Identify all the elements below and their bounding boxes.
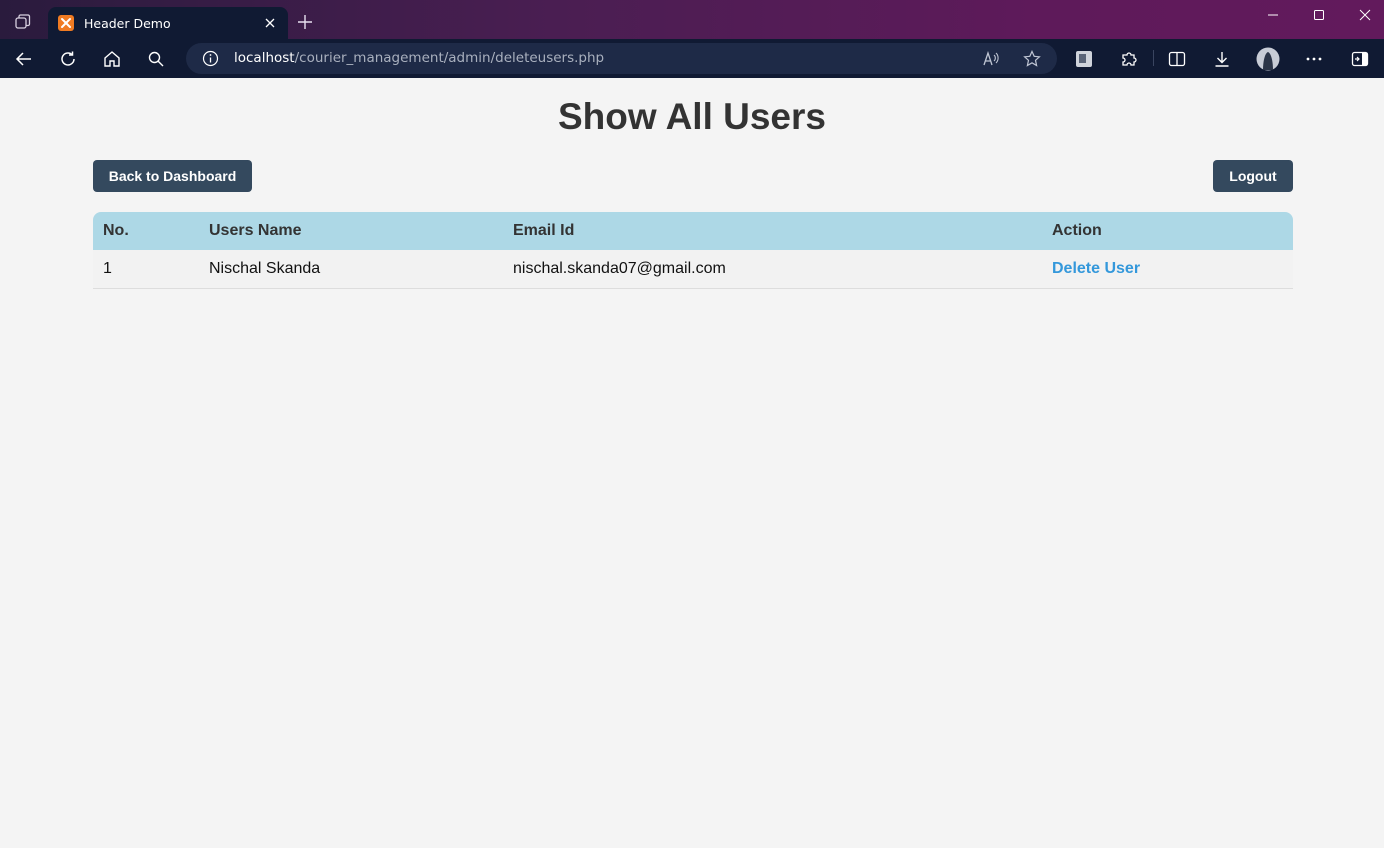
minimize-button[interactable] bbox=[1250, 0, 1296, 30]
read-aloud-button[interactable] bbox=[981, 48, 1003, 70]
refresh-icon bbox=[61, 51, 75, 66]
table-row: 1 Nischal Skanda nischal.skanda07@gmail.… bbox=[93, 250, 1293, 289]
extensions-button[interactable] bbox=[1113, 43, 1145, 75]
read-aloud-icon bbox=[983, 51, 999, 66]
tab-title: Header Demo bbox=[84, 15, 171, 31]
maximize-button[interactable] bbox=[1296, 0, 1342, 30]
download-icon bbox=[1215, 52, 1229, 67]
close-icon bbox=[265, 18, 275, 28]
tab-close-button[interactable] bbox=[262, 15, 278, 31]
column-header-users-name: Users Name bbox=[199, 212, 503, 250]
column-header-action: Action bbox=[1042, 212, 1293, 250]
home-button[interactable] bbox=[96, 43, 128, 75]
extension-app-icon bbox=[1076, 51, 1092, 67]
plus-icon bbox=[298, 15, 312, 29]
split-screen-icon bbox=[1168, 51, 1186, 67]
browser-tab-active[interactable]: Header Demo bbox=[48, 7, 288, 39]
cell-action: Delete User bbox=[1042, 250, 1293, 289]
users-table: No. Users Name Email Id Action 1 Nischal… bbox=[93, 212, 1293, 289]
avatar-icon bbox=[1256, 47, 1280, 71]
search-button[interactable] bbox=[140, 43, 172, 75]
sidebar-toggle-button[interactable] bbox=[1344, 43, 1376, 75]
home-icon bbox=[104, 51, 120, 67]
new-tab-button[interactable] bbox=[294, 11, 316, 33]
more-horizontal-icon bbox=[1306, 57, 1322, 61]
back-to-dashboard-button[interactable]: Back to Dashboard bbox=[93, 160, 252, 192]
address-bar[interactable]: localhost/courier_management/admin/delet… bbox=[186, 43, 1057, 74]
minimize-icon bbox=[1268, 14, 1278, 16]
star-icon bbox=[1023, 50, 1041, 67]
delete-user-link[interactable]: Delete User bbox=[1052, 260, 1140, 277]
url-text[interactable]: localhost/courier_management/admin/delet… bbox=[234, 50, 604, 66]
more-options-button[interactable] bbox=[1298, 43, 1330, 75]
extension-button[interactable] bbox=[1068, 43, 1100, 75]
downloads-button[interactable] bbox=[1206, 43, 1238, 75]
back-button[interactable] bbox=[8, 43, 40, 75]
split-screen-button[interactable] bbox=[1161, 43, 1193, 75]
window-close-button[interactable] bbox=[1342, 0, 1384, 30]
logout-button[interactable]: Logout bbox=[1213, 160, 1293, 192]
cell-no: 1 bbox=[93, 250, 199, 289]
workspaces-icon bbox=[15, 14, 31, 29]
tab-actions-button[interactable] bbox=[10, 9, 36, 35]
xampp-favicon-icon bbox=[58, 15, 74, 31]
browser-title-bar: Header Demo bbox=[0, 0, 1384, 39]
table-header-row: No. Users Name Email Id Action bbox=[93, 212, 1293, 250]
column-header-email-id: Email Id bbox=[503, 212, 1042, 250]
info-icon[interactable] bbox=[202, 50, 219, 67]
favorite-button[interactable] bbox=[1021, 48, 1043, 70]
column-header-no: No. bbox=[93, 212, 199, 250]
cell-email: nischal.skanda07@gmail.com bbox=[503, 250, 1042, 289]
profile-button[interactable] bbox=[1252, 43, 1284, 75]
toolbar-divider bbox=[1153, 50, 1154, 66]
page-title: Show All Users bbox=[558, 96, 826, 137]
arrow-left-icon bbox=[15, 52, 31, 66]
url-host: localhost bbox=[234, 50, 295, 66]
sidebar-icon bbox=[1351, 51, 1369, 67]
puzzle-icon bbox=[1122, 52, 1137, 66]
maximize-icon bbox=[1314, 10, 1324, 20]
url-path: /courier_management/admin/deleteusers.ph… bbox=[294, 50, 605, 66]
refresh-button[interactable] bbox=[52, 43, 84, 75]
close-icon bbox=[1359, 9, 1371, 21]
browser-toolbar: localhost/courier_management/admin/delet… bbox=[0, 39, 1384, 78]
search-icon bbox=[148, 51, 164, 67]
cell-users-name: Nischal Skanda bbox=[199, 250, 503, 289]
